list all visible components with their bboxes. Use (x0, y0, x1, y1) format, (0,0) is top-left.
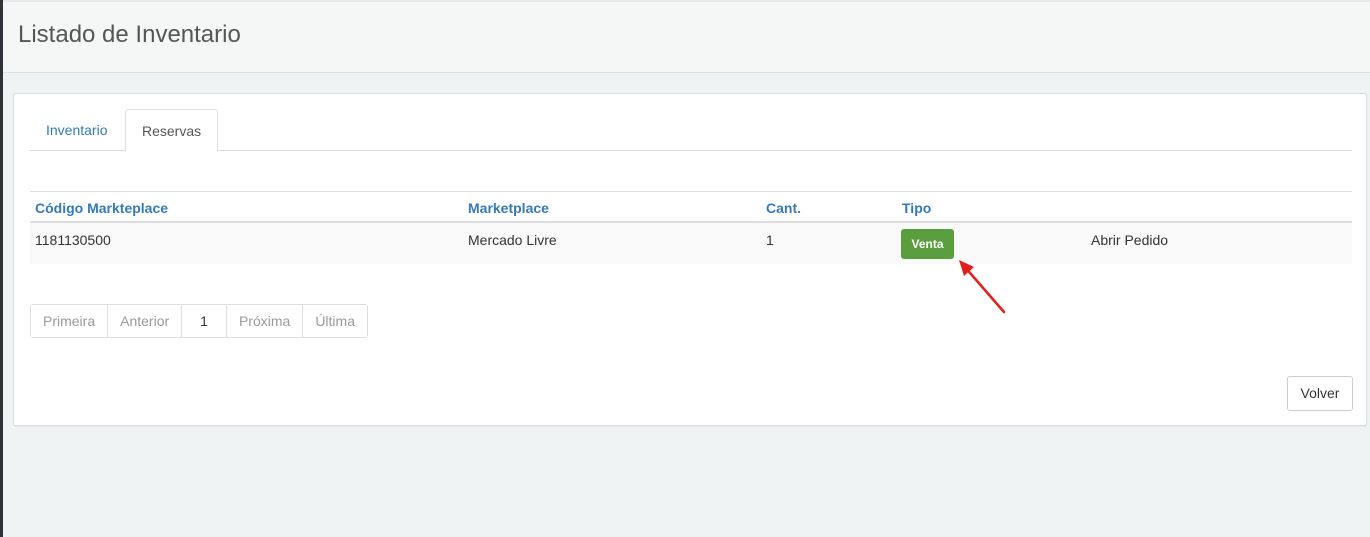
inventory-panel: Inventario Reservas Código Markteplace M… (13, 93, 1367, 426)
cell-codigo: 1181130500 (35, 232, 111, 248)
pagination-next[interactable]: Próxima (225, 305, 303, 337)
tab-inventario[interactable]: Inventario (30, 109, 123, 151)
table-row: 1181130500 Mercado Livre 1 Venta Abrir P… (30, 223, 1352, 264)
table-header-row: Código Markteplace Marketplace Cant. Tip… (30, 191, 1352, 223)
page-header: Listado de Inventario (3, 0, 1370, 73)
abrir-pedido-link[interactable]: Abrir Pedido (1091, 232, 1168, 248)
volver-button[interactable]: Volver (1287, 376, 1353, 411)
venta-badge[interactable]: Venta (901, 229, 954, 259)
header-marketplace[interactable]: Marketplace (468, 200, 549, 216)
cell-marketplace: Mercado Livre (468, 232, 557, 248)
header-tipo[interactable]: Tipo (902, 200, 931, 216)
tab-bar: Inventario Reservas (30, 109, 1352, 152)
header-cant[interactable]: Cant. (766, 200, 801, 216)
pagination: Primeira Anterior 1 Próxima Última (30, 304, 368, 338)
reservations-table: Código Markteplace Marketplace Cant. Tip… (30, 191, 1352, 264)
tab-reservas[interactable]: Reservas (125, 109, 219, 152)
annotation-arrow-icon (959, 260, 1006, 314)
cell-cant: 1 (766, 232, 774, 248)
window-left-edge (0, 0, 3, 537)
pagination-prev[interactable]: Anterior (107, 305, 182, 337)
header-codigo[interactable]: Código Markteplace (35, 200, 168, 216)
pagination-last[interactable]: Última (302, 305, 367, 337)
pagination-first[interactable]: Primeira (31, 305, 108, 337)
pagination-current-page[interactable]: 1 (181, 305, 226, 337)
page-title: Listado de Inventario (18, 21, 241, 48)
